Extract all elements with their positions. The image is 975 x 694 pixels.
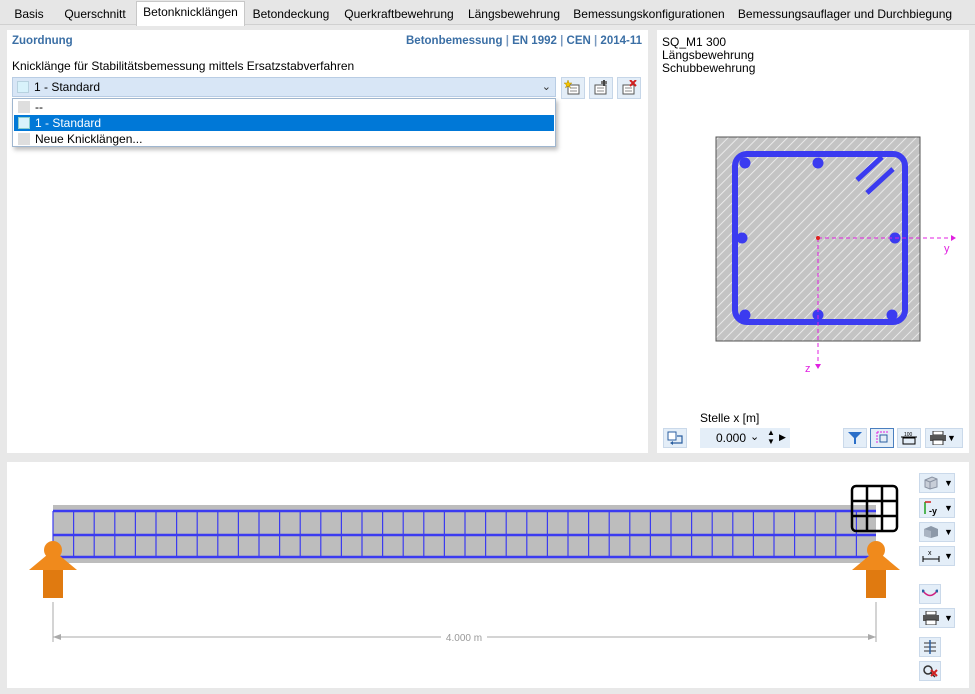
tab-basis[interactable]: Basis	[6, 3, 52, 25]
location-label: Stelle x [m]	[700, 411, 760, 425]
print-icon	[920, 609, 942, 627]
buckling-length-dropdown: -- 1 - Standard Neue Knicklängen...	[12, 98, 556, 147]
delete-icon[interactable]	[617, 77, 641, 99]
z-axis-arrow	[815, 364, 821, 369]
dimension-arrow-left	[53, 634, 61, 640]
standard-part-4: 2014-11	[600, 35, 642, 47]
chevron-down-icon[interactable]: ⌄	[542, 80, 551, 93]
cube-icon	[920, 474, 942, 492]
chevron-down-icon[interactable]: ⌄	[750, 430, 759, 443]
tab-betondeckung[interactable]: Betondeckung	[248, 3, 334, 25]
color-swatch	[18, 133, 30, 145]
spin-updown-icon[interactable]: ▲ ▼	[767, 428, 775, 446]
dropdown-option-new[interactable]: Neue Knicklängen...	[14, 131, 554, 147]
cross-section-panel: SQ_M1 300 Längsbewehrung Schubbewehrung	[657, 30, 969, 453]
standard-part-2: EN 1992	[512, 35, 557, 47]
rebar-dot	[736, 232, 748, 244]
settings-list-icon[interactable]	[919, 637, 941, 657]
standard-separator: |	[594, 35, 598, 47]
design-standard: Betonbemessung | EN 1992 | CEN | 2014-11	[406, 35, 642, 47]
tab-querschnitt[interactable]: Querschnitt	[58, 3, 132, 25]
app-window: Basis Querschnitt Betonknicklängen Beton…	[0, 0, 975, 694]
print-button[interactable]: ▼	[925, 428, 963, 448]
rebar-dot	[886, 309, 898, 321]
color-swatch	[17, 81, 29, 93]
dropdown-arrow-icon[interactable]: ▼	[947, 433, 956, 443]
print-graphic-button[interactable]: ▼	[919, 608, 955, 628]
tab-betonknicklaengen[interactable]: Betonknicklängen	[136, 1, 245, 26]
buckling-length-combobox[interactable]: 1 - Standard ⌄	[12, 77, 556, 97]
location-spinner[interactable]: 0.000 ⌄ ▲ ▼ ▶	[700, 428, 790, 448]
dropdown-arrow-icon[interactable]: ▼	[944, 551, 953, 561]
dropdown-option-standard[interactable]: 1 - Standard	[14, 115, 554, 131]
rebar-dot	[739, 157, 751, 169]
deformation-icon[interactable]	[919, 584, 941, 604]
y-axis-arrow	[951, 235, 956, 241]
combo-value: 1 - Standard	[34, 80, 101, 94]
view-section-icon[interactable]	[870, 428, 894, 448]
standard-part-1: Betonbemessung	[406, 35, 503, 47]
option-label: Neue Knicklängen...	[35, 132, 143, 146]
rebar-dot	[739, 309, 751, 321]
tab-bar: Basis Querschnitt Betonknicklängen Beton…	[0, 0, 975, 26]
dimension-settings-button[interactable]: x ▼	[919, 546, 955, 566]
assignment-panel: Zuordnung Betonbemessung | EN 1992 | CEN…	[7, 30, 648, 453]
buckling-length-label: Knicklänge für Stabilitätsbemessung mitt…	[12, 59, 355, 73]
y-axis-label: y	[944, 243, 950, 255]
edit-icon[interactable]	[589, 77, 613, 99]
dimension-label: 4.000 m	[446, 633, 482, 644]
axis-y-icon: -y	[920, 499, 942, 517]
color-swatch	[18, 101, 30, 113]
color-swatch	[18, 117, 30, 129]
option-label: --	[35, 100, 43, 114]
dropdown-arrow-icon[interactable]: ▼	[944, 503, 953, 513]
rebar-dot	[812, 157, 824, 169]
new-icon[interactable]	[561, 77, 585, 99]
standard-separator: |	[560, 35, 564, 47]
tab-bemessungskonfigurationen[interactable]: Bemessungskonfigurationen	[568, 3, 730, 25]
location-value[interactable]: 0.000	[716, 431, 746, 445]
dimension-arrow-right	[868, 634, 876, 640]
dropdown-arrow-icon[interactable]: ▼	[944, 613, 953, 623]
display-mode-button[interactable]: ▼	[919, 522, 955, 542]
svg-text:x: x	[928, 550, 932, 557]
view-cube-button[interactable]: ▼	[919, 473, 955, 493]
tab-bemessungsauflager[interactable]: Bemessungsauflager und Durchbiegung	[734, 3, 956, 25]
member-view-panel: 4.000 m	[7, 462, 969, 688]
beam-drawing: 4.000 m	[29, 484, 900, 644]
render-icon	[920, 523, 942, 541]
z-axis-label: z	[805, 363, 811, 375]
centroid	[816, 236, 820, 240]
axis-direction-button[interactable]: -y ▼	[919, 498, 955, 518]
standard-separator: |	[505, 35, 509, 47]
option-label: 1 - Standard	[35, 116, 102, 130]
dropdown-arrow-icon[interactable]: ▼	[944, 478, 953, 488]
reset-view-icon[interactable]	[919, 661, 941, 681]
dimension-icon[interactable]: 100	[897, 428, 921, 448]
dropdown-option-none[interactable]: --	[14, 99, 554, 115]
section-switch-icon[interactable]	[663, 428, 687, 448]
dimension-x-icon: x	[920, 547, 942, 565]
cross-section-drawing: y z	[715, 136, 956, 375]
tab-querkraftbewehrung[interactable]: Querkraftbewehrung	[338, 3, 460, 25]
filter-icon[interactable]	[843, 428, 867, 448]
standard-part-3: CEN	[566, 35, 591, 47]
svg-text:-y: -y	[929, 506, 937, 516]
print-icon	[930, 431, 946, 445]
panel-title: Zuordnung	[12, 35, 73, 47]
next-arrow-icon[interactable]: ▶	[779, 432, 786, 443]
tab-laengsbewehrung[interactable]: Längsbewehrung	[464, 3, 564, 25]
dropdown-arrow-icon[interactable]: ▼	[944, 527, 953, 537]
